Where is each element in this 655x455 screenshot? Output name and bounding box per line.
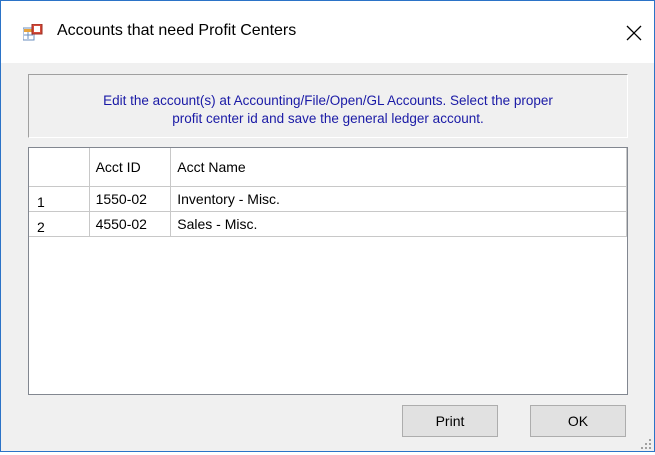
resize-grip-icon[interactable] bbox=[640, 437, 652, 449]
table-row[interactable]: 2 4550-02 Sales - Misc. bbox=[29, 211, 627, 237]
print-button[interactable]: Print bbox=[402, 405, 498, 437]
acct-name-cell[interactable]: Sales - Misc. bbox=[170, 211, 627, 237]
acct-id-cell[interactable]: 1550-02 bbox=[89, 186, 172, 212]
row-header-corner[interactable] bbox=[29, 148, 90, 187]
dialog-window: Accounts that need Profit Centers Edit t… bbox=[0, 0, 655, 452]
ok-button[interactable]: OK bbox=[530, 405, 626, 437]
close-button[interactable] bbox=[614, 13, 654, 53]
grid-header-row: Acct ID Acct Name bbox=[29, 148, 627, 187]
accounts-grid[interactable]: Acct ID Acct Name 1 1550-02 Inventory - … bbox=[28, 147, 628, 395]
window-title: Accounts that need Profit Centers bbox=[57, 22, 297, 39]
acct-id-cell[interactable]: 4550-02 bbox=[89, 211, 172, 237]
column-header-acct-id[interactable]: Acct ID bbox=[89, 148, 172, 187]
row-number[interactable]: 2 bbox=[29, 211, 90, 237]
row-number[interactable]: 1 bbox=[29, 186, 90, 212]
close-icon bbox=[626, 25, 642, 41]
table-window-icon bbox=[22, 23, 43, 42]
column-header-acct-name[interactable]: Acct Name bbox=[170, 148, 627, 187]
instruction-message: Edit the account(s) at Accounting/File/O… bbox=[28, 74, 628, 138]
instruction-line-1: Edit the account(s) at Accounting/File/O… bbox=[103, 93, 553, 108]
table-row[interactable]: 1 1550-02 Inventory - Misc. bbox=[29, 186, 627, 212]
instruction-line-2: profit center id and save the general le… bbox=[172, 111, 484, 126]
acct-name-cell[interactable]: Inventory - Misc. bbox=[170, 186, 627, 212]
title-bar[interactable]: Accounts that need Profit Centers bbox=[1, 1, 654, 63]
